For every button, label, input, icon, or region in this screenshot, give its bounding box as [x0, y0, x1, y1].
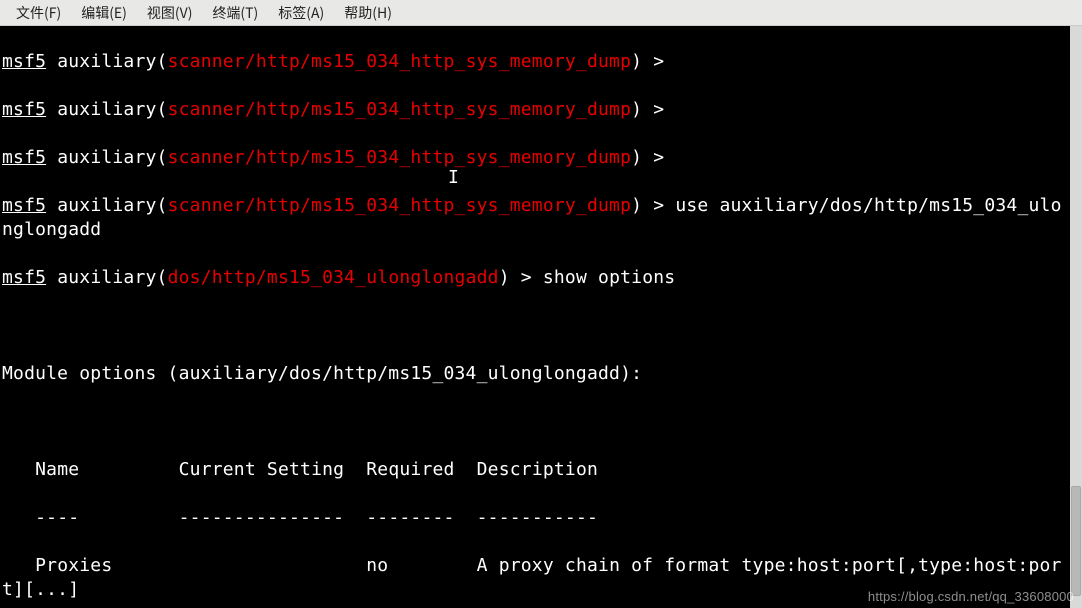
- command-show-options: show options: [543, 267, 675, 288]
- shell-name: msf5: [2, 99, 46, 120]
- shell-name: msf5: [2, 51, 46, 72]
- col-current: Current Setting: [179, 459, 345, 480]
- blank-line: [2, 410, 1068, 434]
- terminal-content[interactable]: msf5 auxiliary(scanner/http/ms15_034_htt…: [0, 26, 1070, 608]
- opt-name: Proxies: [35, 555, 112, 576]
- menu-view[interactable]: 视图(V): [137, 1, 203, 25]
- module-path: scanner/http/ms15_034_http_sys_memory_du…: [168, 147, 632, 168]
- terminal-viewport[interactable]: msf5 auxiliary(scanner/http/ms15_034_htt…: [0, 26, 1070, 608]
- col-name: Name: [35, 459, 79, 480]
- col-required: Required: [366, 459, 454, 480]
- module-path: dos/http/ms15_034_ulonglongadd: [168, 267, 499, 288]
- opt-required: no: [366, 555, 388, 576]
- shell-name: msf5: [2, 147, 46, 168]
- menu-help[interactable]: 帮助(H): [334, 1, 402, 25]
- menu-bar: 文件(F) 编辑(E) 视图(V) 终端(T) 标签(A) 帮助(H): [0, 0, 1082, 26]
- prompt-line-use: msf5 auxiliary(scanner/http/ms15_034_htt…: [2, 194, 1068, 242]
- module-path: scanner/http/ms15_034_http_sys_memory_du…: [168, 51, 632, 72]
- prompt-line-show: msf5 auxiliary(dos/http/ms15_034_ulonglo…: [2, 266, 1068, 290]
- table-header-row: Name Current Setting Required Descriptio…: [2, 458, 1068, 482]
- blank-line: [2, 314, 1068, 338]
- col-desc: Description: [477, 459, 598, 480]
- watermark-text: https://blog.csdn.net/qq_33608000: [868, 589, 1074, 604]
- table-divider-row: ---- --------------- -------- ----------…: [2, 506, 1068, 530]
- module-options-header: Module options (auxiliary/dos/http/ms15_…: [2, 362, 1068, 386]
- menu-file[interactable]: 文件(F): [6, 1, 71, 25]
- module-path: scanner/http/ms15_034_http_sys_memory_du…: [168, 99, 632, 120]
- menu-terminal[interactable]: 终端(T): [202, 1, 268, 25]
- prompt-line: msf5 auxiliary(scanner/http/ms15_034_htt…: [2, 50, 1068, 74]
- module-path: scanner/http/ms15_034_http_sys_memory_du…: [168, 195, 632, 216]
- terminal-window: 文件(F) 编辑(E) 视图(V) 终端(T) 标签(A) 帮助(H) msf5…: [0, 0, 1082, 608]
- shell-name: msf5: [2, 267, 46, 288]
- scrollbar-thumb[interactable]: [1071, 486, 1081, 596]
- shell-name: msf5: [2, 195, 46, 216]
- vertical-scrollbar[interactable]: [1070, 26, 1082, 608]
- menu-tabs[interactable]: 标签(A): [268, 1, 334, 25]
- prompt-line: msf5 auxiliary(scanner/http/ms15_034_htt…: [2, 146, 1068, 170]
- prompt-line: msf5 auxiliary(scanner/http/ms15_034_htt…: [2, 98, 1068, 122]
- menu-edit[interactable]: 编辑(E): [71, 1, 137, 25]
